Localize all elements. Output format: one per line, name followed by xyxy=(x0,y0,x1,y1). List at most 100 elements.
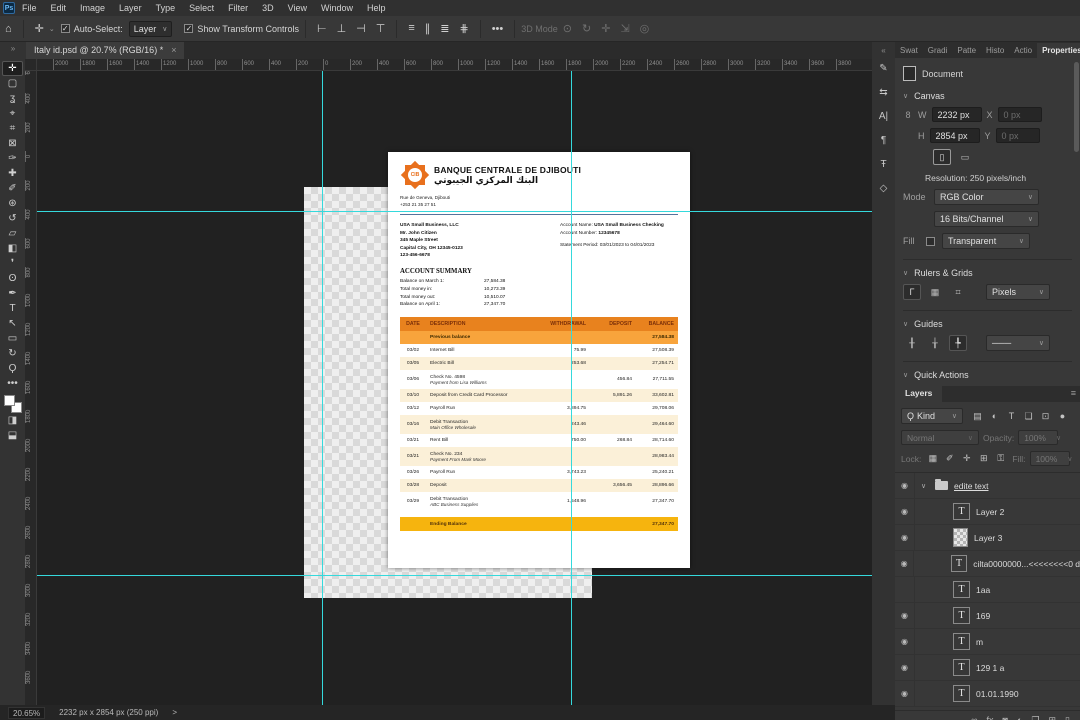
type-layer-thumbnail[interactable]: T xyxy=(953,581,970,598)
crop-tool[interactable]: ⌗ xyxy=(2,121,23,136)
visibility-eye-icon[interactable] xyxy=(895,577,915,602)
menu-edit[interactable]: Edit xyxy=(44,0,74,16)
align-top-edges-icon[interactable]: ⊤ xyxy=(371,22,391,35)
filter-smart-objects-icon[interactable]: ⊡ xyxy=(1038,409,1053,423)
rotate-view-tool[interactable]: ↻ xyxy=(2,346,23,361)
fill-dropdown[interactable]: Transparent ∨ xyxy=(942,233,1030,249)
portrait-orientation-button[interactable]: ▯ xyxy=(933,149,951,165)
layer-name[interactable]: 01.01.1990 xyxy=(976,689,1019,699)
lasso-tool[interactable]: ʓ xyxy=(2,91,23,106)
clone-stamp-tool[interactable]: ⊛ xyxy=(2,196,23,211)
fill-field[interactable]: 100% ∨ xyxy=(1029,451,1072,466)
layer-name[interactable]: cilta0000000...<<<<<<<<0 d xyxy=(973,559,1080,569)
menu-file[interactable]: File xyxy=(15,0,44,16)
chevron-down-icon[interactable]: ∨ xyxy=(921,482,929,490)
menu-image[interactable]: Image xyxy=(73,0,112,16)
visibility-eye-icon[interactable]: ◉ xyxy=(895,655,915,680)
menu-3d[interactable]: 3D xyxy=(255,0,281,16)
horizontal-guide[interactable] xyxy=(25,575,872,576)
auto-select-target-dropdown[interactable]: Layer ∨ xyxy=(128,20,173,37)
filter-type-layers-icon[interactable]: T xyxy=(1004,409,1019,423)
visibility-eye-icon[interactable]: ◉ xyxy=(895,629,915,654)
lock-all-icon[interactable]: ⚿ xyxy=(993,452,1008,466)
type-tool[interactable]: T xyxy=(2,301,23,316)
move-tool[interactable]: ✛ xyxy=(2,61,23,76)
home-icon[interactable]: ⌂ xyxy=(0,23,17,35)
move-tool-icon[interactable]: ✛ xyxy=(30,22,49,35)
canvas-section-header[interactable]: ∨ Canvas xyxy=(903,91,1072,101)
layer-name[interactable]: 129 1 a xyxy=(976,663,1004,673)
type-layer-thumbnail[interactable]: T xyxy=(950,555,968,572)
type-layer-thumbnail[interactable]: T xyxy=(953,659,970,676)
3d-slide-icon[interactable]: ⇲ xyxy=(615,22,634,35)
horizontal-guide[interactable] xyxy=(25,211,872,212)
type-layer-thumbnail[interactable]: T xyxy=(953,503,970,520)
status-chevron-icon[interactable]: > xyxy=(172,708,177,717)
menu-filter[interactable]: Filter xyxy=(221,0,255,16)
link-layers-icon[interactable]: ∞ xyxy=(971,715,977,720)
toggle-guides-icon[interactable]: ╂ xyxy=(903,335,921,351)
delete-layer-icon[interactable]: ▯ xyxy=(1065,715,1070,720)
chevron-down-icon[interactable]: ⌄ xyxy=(49,25,55,33)
canvas-width-field[interactable]: 2232 px xyxy=(931,107,982,122)
tab-swat[interactable]: Swat xyxy=(895,43,923,58)
link-dimensions-icon[interactable]: 8 xyxy=(903,110,913,120)
shape-tool[interactable]: ▭ xyxy=(2,331,23,346)
menu-window[interactable]: Window xyxy=(314,0,360,16)
tab-gradi[interactable]: Gradi xyxy=(923,43,953,58)
bit-depth-dropdown[interactable]: 16 Bits/Channel ∨ xyxy=(934,211,1039,227)
menu-select[interactable]: Select xyxy=(182,0,221,16)
tab-actio[interactable]: Actio xyxy=(1009,43,1037,58)
filter-adjustment-layers-icon[interactable]: ◐ xyxy=(987,409,1002,423)
distribute-heights-icon[interactable]: ≣ xyxy=(435,22,454,35)
guide-style-dropdown[interactable]: ─── ∨ xyxy=(986,335,1050,351)
canvas-y-field[interactable]: 0 px xyxy=(995,128,1040,143)
brush-tool[interactable]: ✐ xyxy=(2,181,23,196)
canvas-height-field[interactable]: 2854 px xyxy=(929,128,980,143)
align-horizontal-centers-icon[interactable]: ⊥ xyxy=(332,22,352,35)
character-panel-icon[interactable]: A| xyxy=(874,107,893,126)
color-swatches[interactable] xyxy=(3,395,22,413)
edit-toolbar-icon[interactable]: ••• xyxy=(2,376,23,391)
blend-mode-dropdown[interactable]: Normal ∨ xyxy=(901,430,979,445)
layer-name[interactable]: edite text xyxy=(954,481,989,491)
tab-histo[interactable]: Histo xyxy=(981,43,1009,58)
statement-page[interactable]: CIB BANQUE CENTRALE DE DJIBOUTI البنك ال… xyxy=(388,152,690,568)
align-right-edges-icon[interactable]: ⊣ xyxy=(351,22,371,35)
expand-panels-icon[interactable]: « xyxy=(881,46,885,55)
tab-layers[interactable]: Layers xyxy=(895,386,943,402)
layer-filter-dropdown[interactable]: Ϙ Kind ∨ xyxy=(901,408,963,424)
fill-checkbox[interactable] xyxy=(926,236,935,246)
tab-patte[interactable]: Patte xyxy=(952,43,981,58)
show-transform-checkbox[interactable]: ✓ xyxy=(184,24,194,33)
3d-panel-icon[interactable]: ◇ xyxy=(874,179,893,198)
visibility-eye-icon[interactable]: ◉ xyxy=(895,473,915,498)
toggle-rulers-icon[interactable]: Γ xyxy=(903,284,921,300)
foreground-color-swatch[interactable] xyxy=(3,395,15,406)
type-layer-thumbnail[interactable]: T xyxy=(953,685,970,702)
screen-mode-icon[interactable]: ⬓ xyxy=(2,428,23,443)
rulers-grids-section-header[interactable]: ∨ Rulers & Grids xyxy=(903,259,1072,278)
layer-row[interactable]: ◉ Layer 3 xyxy=(895,525,1080,551)
visibility-eye-icon[interactable]: ◉ xyxy=(895,603,915,628)
adjustment-layer-icon[interactable]: ◐ xyxy=(1017,715,1022,720)
visibility-eye-icon[interactable]: ◉ xyxy=(895,499,915,524)
layer-name[interactable]: Layer 2 xyxy=(976,507,1004,517)
layer-row[interactable]: ◉ Tm xyxy=(895,629,1080,655)
lock-artboard-icon[interactable]: ⊞ xyxy=(976,452,991,466)
visibility-eye-icon[interactable]: ◉ xyxy=(895,681,915,706)
filter-shape-layers-icon[interactable]: ❏ xyxy=(1021,409,1036,423)
layer-row[interactable]: T 1aa xyxy=(895,577,1080,603)
dodge-tool[interactable]: ʘ xyxy=(2,271,23,286)
lock-guides-icon[interactable]: ╁ xyxy=(926,335,944,351)
layer-row[interactable]: ◉ T 169 xyxy=(895,603,1080,629)
menu-help[interactable]: Help xyxy=(360,0,393,16)
auto-select-checkbox[interactable]: ✓ xyxy=(60,24,70,33)
layer-row[interactable]: ◉ T 129 1 a xyxy=(895,655,1080,681)
visibility-eye-icon[interactable]: ◉ xyxy=(895,525,915,550)
zoom-tool[interactable]: Ϙ xyxy=(2,361,23,376)
3d-pan-icon[interactable]: ✛ xyxy=(596,22,615,35)
layer-name[interactable]: m xyxy=(976,637,983,647)
vertical-guide[interactable] xyxy=(322,59,323,705)
history-brush-tool[interactable]: ↺ xyxy=(2,211,23,226)
